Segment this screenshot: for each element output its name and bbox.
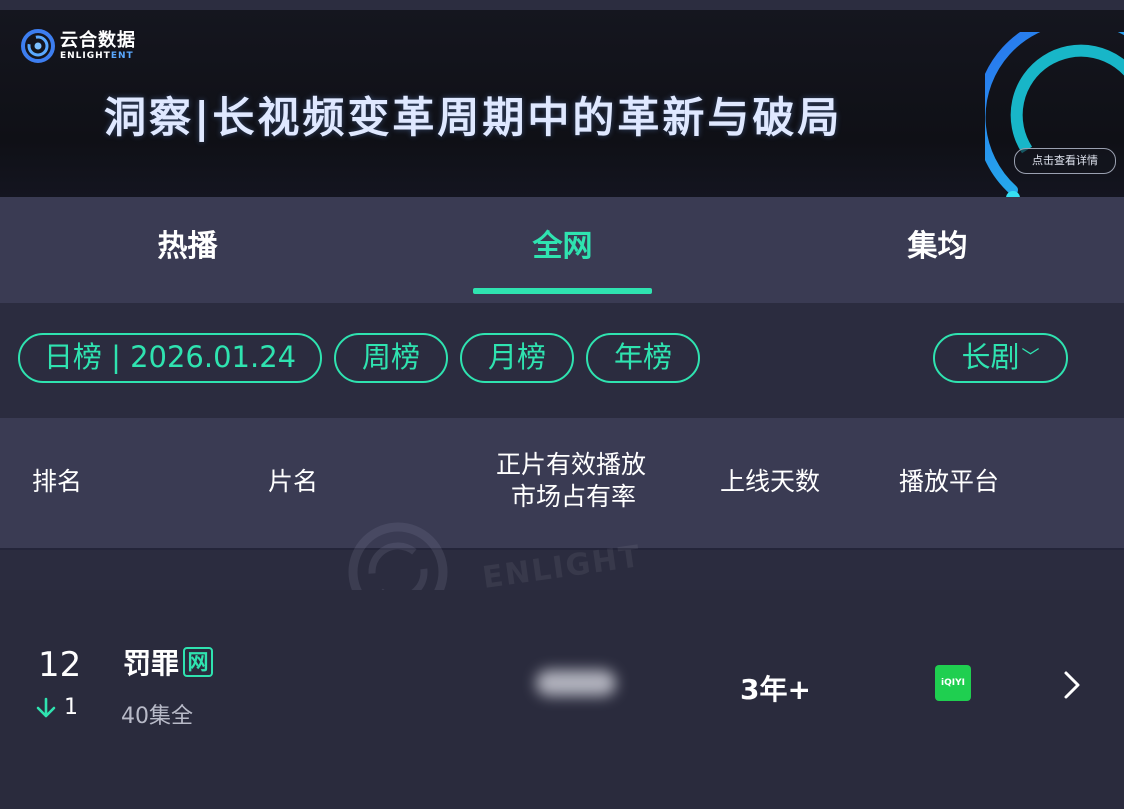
header-share-line2: 市场占有率	[511, 482, 637, 511]
web-drama-badge: 网	[183, 647, 214, 677]
brand-logo: 云合数据 ENLIGHTENT	[20, 28, 136, 64]
header-rank: 排名	[32, 467, 83, 496]
show-title-text: 罚罪	[123, 647, 180, 680]
category-dropdown[interactable]: 长剧 ﹀	[933, 333, 1068, 383]
logo-en-text: ENLIGHTENT	[60, 50, 134, 61]
logo-cn-text: 云合数据	[60, 29, 136, 51]
chevron-right-icon[interactable]	[1062, 670, 1082, 700]
header-share-line1: 正片有效播放	[496, 450, 647, 479]
iqiyi-platform-icon: iQIYI	[935, 665, 971, 701]
daily-chart-pill[interactable]: 日榜 | 2026.01.24	[18, 333, 322, 383]
header-days-online: 上线天数	[720, 467, 821, 496]
tab-episode-average[interactable]: 集均	[845, 197, 1030, 297]
rank-change-value: 1	[64, 695, 78, 720]
table-row[interactable]: 12 1 罚罪 网 40集全 3年+ iQIYI	[0, 590, 1124, 809]
tab-all-network[interactable]: 全网	[470, 197, 655, 297]
rank-change: 1	[36, 695, 78, 720]
category-label: 长剧	[961, 340, 1020, 374]
rank-number: 12	[38, 645, 82, 685]
episode-count: 40集全	[121, 704, 193, 729]
top-strip	[0, 0, 1124, 10]
ranking-tabs: 热播 全网 集均	[0, 197, 1124, 303]
header-title: 片名	[268, 467, 319, 496]
filter-bar: 日榜 | 2026.01.24 周榜 月榜 年榜 长剧 ﹀	[0, 303, 1124, 418]
show-title[interactable]: 罚罪 网	[123, 642, 214, 682]
view-details-button[interactable]: 点击查看详情	[1014, 148, 1116, 174]
chevron-down-icon: ﹀	[1021, 347, 1040, 368]
weekly-chart-pill[interactable]: 周榜	[334, 333, 448, 383]
monthly-chart-pill[interactable]: 月榜	[460, 333, 574, 383]
promo-banner[interactable]: 云合数据 ENLIGHTENT 洞察|长视频变革周期中的革新与破局 点击查看详情	[0, 10, 1124, 197]
arrow-down-icon	[36, 697, 56, 717]
banner-title: 洞察|长视频变革周期中的革新与破局	[104, 93, 843, 142]
market-share-blurred	[536, 670, 616, 696]
table-header: 排名 片名 正片有效播放 市场占有率 上线天数 播放平台	[0, 418, 1124, 550]
logo-swirl-icon	[21, 29, 55, 63]
days-online-value: 3年+	[740, 673, 811, 706]
tab-hot[interactable]: 热播	[95, 197, 280, 297]
active-tab-indicator	[473, 288, 652, 294]
yearly-chart-pill[interactable]: 年榜	[586, 333, 700, 383]
header-platform: 播放平台	[899, 467, 1000, 496]
